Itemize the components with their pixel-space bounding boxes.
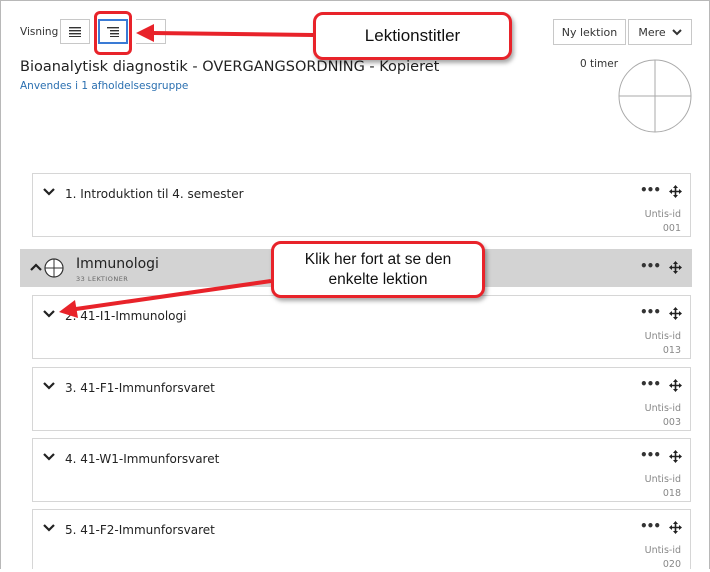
move-handle-icon[interactable] [669,185,682,198]
untis-label: Untis-id [644,474,681,485]
chevron-down-icon[interactable] [43,310,55,318]
untis-id: Untis-id 001 [645,208,681,236]
callout-lesson-titles: Lektionstitler [313,12,512,60]
untis-id: Untis-id 018 [645,473,681,501]
lesson-title: 1. Introduktion til 4. semester [65,187,244,201]
lesson-row[interactable]: 1. Introduktion til 4. semester ••• Unti… [32,173,691,237]
chevron-down-icon[interactable] [43,453,55,461]
untis-label: Untis-id [644,545,681,556]
chevron-down-icon[interactable] [43,188,55,196]
move-handle-icon[interactable] [669,261,682,274]
annotation-highlight-box [94,11,132,55]
lesson-title: 5. 41-F2-Immunforsvaret [65,523,215,537]
more-label: Mere [638,25,666,39]
lesson-row[interactable]: 3. 41-F1-Immunforsvaret ••• Untis-id 003 [32,367,691,431]
untis-label: Untis-id [644,331,681,342]
untis-value: 018 [662,488,681,499]
group-lesson-count: 33 LEKTIONER [76,275,129,283]
move-handle-icon[interactable] [669,307,682,320]
chevron-up-icon[interactable] [30,263,42,271]
more-options-icon[interactable]: ••• [640,183,661,197]
untis-id: Untis-id 013 [645,330,681,358]
lesson-title: 4. 41-W1-Immunforsvaret [65,452,220,466]
more-options-icon[interactable]: ••• [640,259,661,273]
callout-click-lesson: Klik her fort at se den enkelte lektion [271,241,485,298]
more-options-icon[interactable]: ••• [640,377,661,391]
lesson-row[interactable]: 4. 41-W1-Immunforsvaret ••• Untis-id 018 [32,438,691,502]
move-handle-icon[interactable] [669,521,682,534]
chevron-down-icon [671,28,682,35]
more-options-icon[interactable]: ••• [640,305,661,319]
course-title: Bioanalytisk diagnostik - OVERGANGSORDNI… [20,59,440,75]
list-lines-icon [69,26,81,37]
holding-group-link[interactable]: Anvendes i 1 afholdelsesgruppe [20,80,188,92]
untis-value: 013 [662,345,681,356]
new-lesson-button[interactable]: Ny lektion [553,19,626,45]
chevron-down-icon[interactable] [43,524,55,532]
globe-icon [44,258,64,278]
compact-view-button[interactable] [136,19,166,44]
untis-id: Untis-id 020 [645,544,681,572]
hours-pie-chart [618,59,692,133]
move-handle-icon[interactable] [669,379,682,392]
more-options-icon[interactable]: ••• [640,519,661,533]
untis-label: Untis-id [644,403,681,414]
untis-value: 003 [662,417,681,428]
chevron-down-icon[interactable] [43,382,55,390]
untis-value: 001 [662,223,681,234]
untis-id: Untis-id 003 [645,402,681,430]
lesson-title: 3. 41-F1-Immunforsvaret [65,381,215,395]
untis-value: 020 [662,559,681,570]
view-label: Visning [20,26,59,38]
group-title: Immunologi [76,256,159,272]
lesson-title: 2. 41-I1-Immunologi [65,309,187,323]
hours-label: 0 timer [580,58,619,70]
move-handle-icon[interactable] [669,450,682,463]
untis-label: Untis-id [644,209,681,220]
lesson-row[interactable]: 2. 41-I1-Immunologi ••• Untis-id 013 [32,295,691,359]
more-button[interactable]: Mere [628,19,692,45]
lesson-row[interactable]: 5. 41-F2-Immunforsvaret ••• Untis-id 020 [32,509,691,572]
new-lesson-label: Ny lektion [561,25,618,39]
list-view-button[interactable] [60,19,90,44]
more-options-icon[interactable]: ••• [640,448,661,462]
